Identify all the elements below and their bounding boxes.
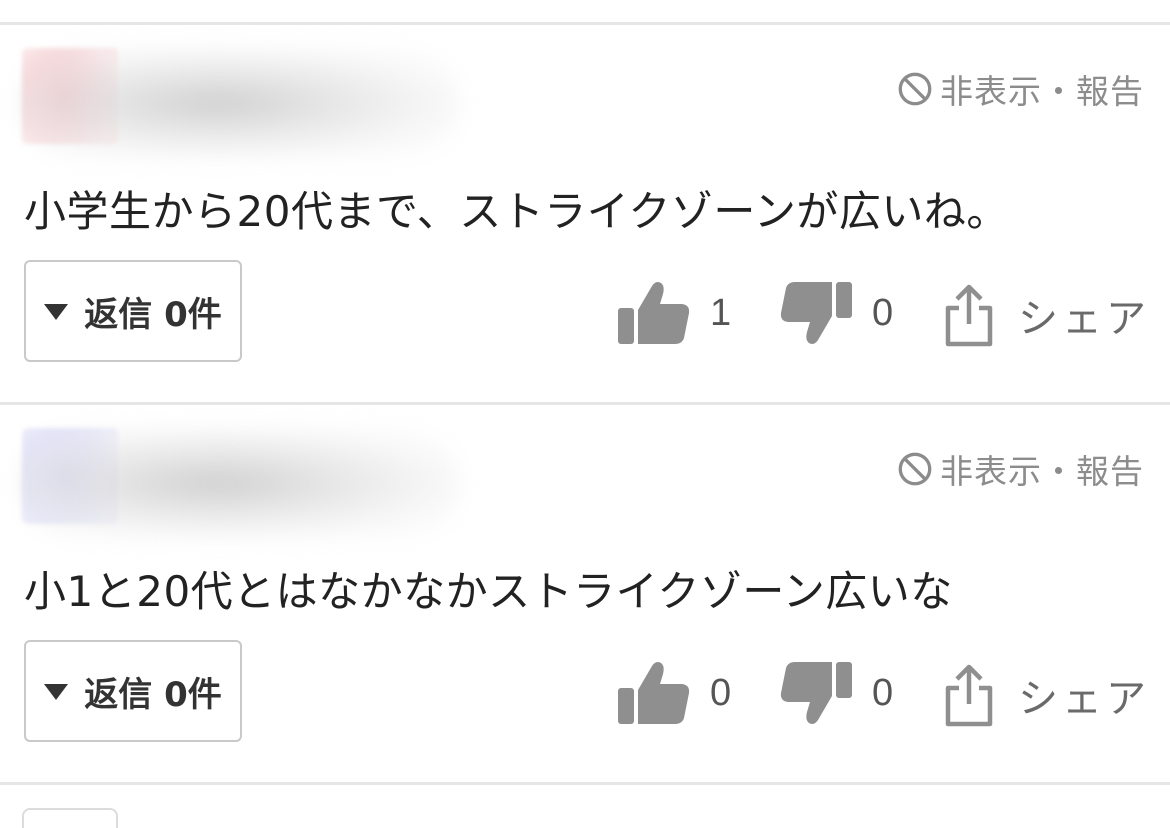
comment-text: 小学生から20代まで、ストライクゾーンが広いね。 — [24, 187, 1009, 236]
hide-report-link[interactable]: 非表示・報告 — [896, 444, 1144, 494]
dislike-count: 0 — [872, 671, 894, 714]
dislike-button[interactable]: 0 — [778, 278, 893, 348]
comment-divider — [0, 782, 1170, 785]
like-count: 1 — [710, 291, 732, 334]
username-blurred — [20, 48, 460, 158]
hide-report-link[interactable]: 非表示・報告 — [896, 64, 1144, 114]
share-label: シェア — [1018, 676, 1150, 722]
dislike-button[interactable]: 0 — [778, 658, 893, 728]
thumbs-up-icon — [618, 282, 690, 344]
reply-count-label: 返信 0件 — [84, 674, 222, 715]
like-count: 0 — [710, 671, 732, 714]
share-button[interactable]: シェア — [942, 280, 1150, 350]
prohibited-icon — [898, 452, 932, 486]
triangle-down-icon — [44, 304, 69, 320]
share-icon — [945, 284, 993, 347]
comment-item: 非表示・報告 小1と20代とはなかなかストライクゾーン広いな 返信 0件 0 0… — [0, 404, 1170, 782]
comment-text: 小1と20代とはなかなかストライクゾーン広いな — [24, 567, 953, 616]
thumbs-down-icon — [780, 282, 852, 344]
thumbs-down-icon — [780, 662, 852, 724]
like-button[interactable]: 1 — [616, 278, 731, 348]
share-label: シェア — [1018, 296, 1150, 342]
username-blurred — [20, 428, 460, 538]
comment-item: 非表示・報告 小学生から20代まで、ストライクゾーンが広いね。 返信 0件 1 … — [0, 24, 1170, 402]
dislike-count: 0 — [872, 291, 894, 334]
share-button[interactable]: シェア — [942, 660, 1150, 730]
share-icon — [945, 664, 993, 727]
hide-report-label: 非表示・報告 — [940, 72, 1144, 111]
avatar[interactable] — [22, 808, 118, 828]
reply-toggle-button[interactable]: 返信 0件 — [24, 260, 242, 362]
like-button[interactable]: 0 — [616, 658, 731, 728]
prohibited-icon — [898, 72, 932, 106]
triangle-down-icon — [44, 684, 69, 700]
reply-count-label: 返信 0件 — [84, 294, 222, 335]
reply-toggle-button[interactable]: 返信 0件 — [24, 640, 242, 742]
thumbs-up-icon — [618, 662, 690, 724]
hide-report-label: 非表示・報告 — [940, 452, 1144, 491]
